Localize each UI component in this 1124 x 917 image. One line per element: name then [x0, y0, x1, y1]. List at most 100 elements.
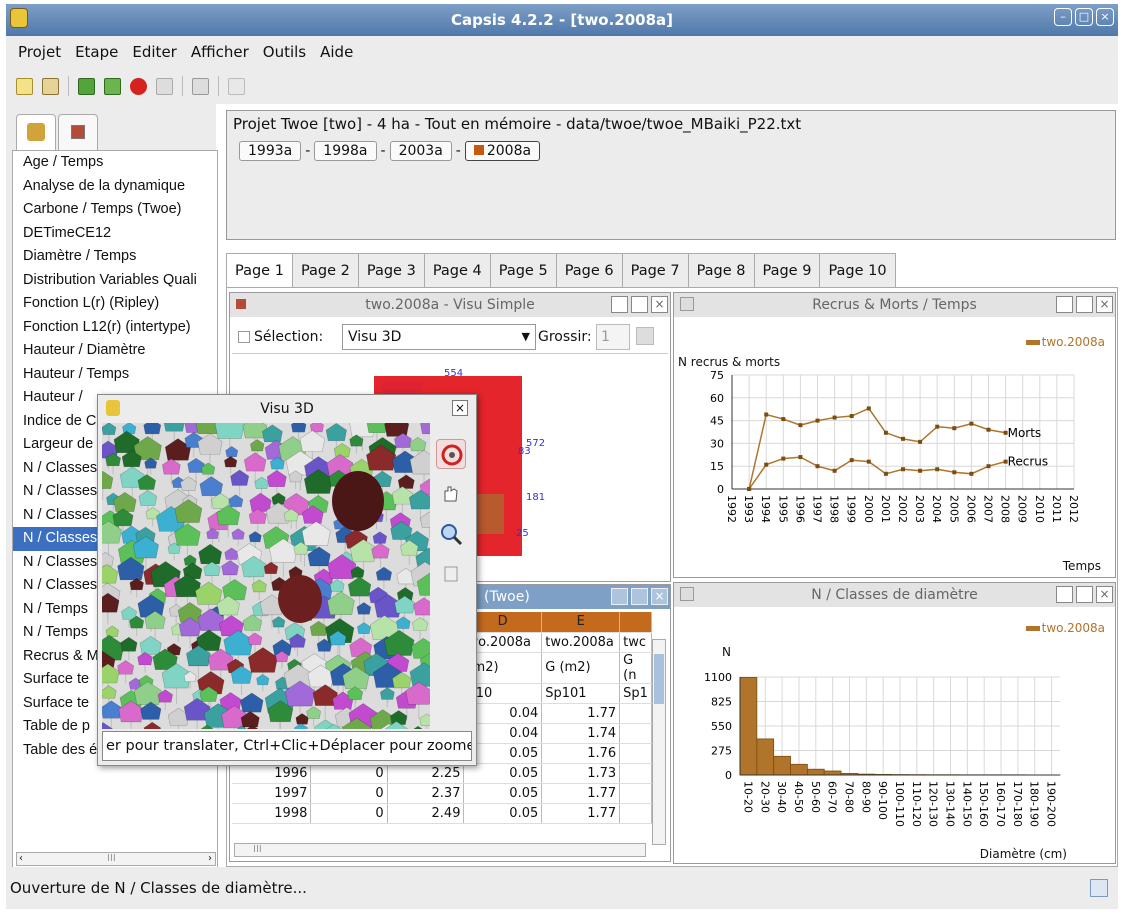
table-cell[interactable]: 1997 [232, 783, 312, 804]
menu-editer[interactable]: Editer [132, 36, 176, 68]
inspect-tool-icon[interactable] [436, 559, 466, 589]
visu3d-canvas[interactable] [102, 423, 430, 729]
menu-projet[interactable]: Projet [18, 36, 61, 68]
classes-diametre-header[interactable]: N / Classes de diamètre × [674, 583, 1115, 607]
table-horizontal-scrollbar[interactable]: III [234, 843, 646, 857]
table-vertical-scrollbar[interactable] [652, 639, 666, 845]
close-icon[interactable]: × [452, 400, 468, 416]
tree-item[interactable]: Hauteur / Diamètre [13, 339, 217, 363]
tree-item[interactable]: DETimeCE12 [13, 222, 217, 246]
scroll-left-arrow-icon[interactable]: ‹ [19, 853, 23, 864]
table-cell[interactable]: 0.05 [463, 763, 543, 784]
table-cell[interactable]: 2.25 [387, 763, 465, 784]
stop-icon[interactable] [130, 77, 147, 95]
minimize-icon[interactable]: – [1054, 8, 1072, 26]
table-cell[interactable]: 1.74 [541, 723, 621, 744]
recrus-morts-header[interactable]: Recrus & Morts / Temps × [674, 293, 1115, 317]
pan-hand-icon[interactable] [436, 479, 466, 509]
tree-horizontal-scrollbar[interactable]: ‹ III › [16, 852, 216, 866]
scroll-right-arrow-icon[interactable]: › [208, 853, 212, 864]
tab-page-2[interactable]: Page 2 [291, 253, 359, 287]
tree-item[interactable]: Diamètre / Temps [13, 245, 217, 269]
intervene-icon[interactable] [104, 77, 121, 95]
grossir-spinner[interactable]: 1 [596, 324, 630, 350]
tree-item[interactable]: Analyse de la dynamique [13, 175, 217, 199]
table-cell[interactable]: 1.73 [541, 763, 621, 784]
tree-item[interactable]: Distribution Variables Quali [13, 269, 217, 293]
inspect-icon[interactable] [156, 77, 173, 95]
tab-page-1[interactable]: Page 1 [226, 253, 293, 289]
table-cell[interactable]: 2.37 [387, 783, 465, 804]
table-cell[interactable]: 1.77 [541, 783, 621, 804]
tree-item[interactable]: Hauteur / Temps [13, 363, 217, 387]
maximize-button[interactable] [631, 296, 648, 313]
tree-item[interactable]: Fonction L12(r) (intertype) [13, 316, 217, 340]
tab-page-6[interactable]: Page 6 [555, 253, 623, 287]
close-button[interactable]: × [651, 588, 668, 605]
close-icon[interactable]: × [1096, 8, 1114, 26]
chevron-down-icon[interactable]: ▼ [522, 325, 530, 349]
table-cell[interactable]: 0 [310, 783, 388, 804]
tab-page-9[interactable]: Page 9 [753, 253, 821, 287]
forest-3d-render[interactable] [102, 423, 430, 729]
zoom-magnifier-icon[interactable] [436, 519, 466, 549]
menu-aide[interactable]: Aide [320, 36, 353, 68]
tab-page-4[interactable]: Page 4 [423, 253, 491, 287]
open-project-icon[interactable] [42, 77, 59, 95]
evolve-icon[interactable] [78, 77, 95, 95]
step-button[interactable]: 1998a [314, 141, 377, 161]
memory-icon[interactable] [1090, 879, 1108, 897]
tree-item[interactable]: Fonction L(r) (Ripley) [13, 292, 217, 316]
iconify-button[interactable] [1056, 296, 1073, 313]
scroll-thumb[interactable]: III [253, 844, 262, 855]
menu-afficher[interactable]: Afficher [191, 36, 249, 68]
visu3d-header[interactable]: Visu 3D × [98, 395, 476, 423]
step-button[interactable]: 2003a [389, 141, 452, 161]
scroll-thumb[interactable]: III [107, 853, 116, 864]
visu-simple-header[interactable]: two.2008a - Visu Simple × [230, 293, 670, 317]
tab-page-5[interactable]: Page 5 [489, 253, 557, 287]
maximize-button[interactable] [631, 588, 648, 605]
maximize-button[interactable] [1076, 586, 1093, 603]
maximize-icon[interactable]: □ [1075, 8, 1093, 26]
menu-outils[interactable]: Outils [263, 36, 306, 68]
compare-icon[interactable] [192, 77, 209, 95]
new-project-icon[interactable] [16, 77, 33, 95]
table-cell[interactable]: 1.77 [541, 703, 621, 724]
table-cell[interactable]: 1.76 [541, 743, 621, 764]
step-button[interactable]: 1993a [239, 141, 302, 161]
table-cell[interactable]: 1996 [232, 763, 312, 784]
step-button-current[interactable]: 2008a [464, 141, 541, 161]
close-button[interactable]: × [1096, 586, 1113, 603]
table-row[interactable]: 1996 0 2.25 0.05 1.73 [232, 763, 652, 784]
tab-page-8[interactable]: Page 8 [687, 253, 755, 287]
table-cell[interactable]: 0.05 [463, 783, 543, 804]
table-cell[interactable]: 0.05 [463, 803, 543, 824]
table-row[interactable]: 1997 0 2.37 0.05 1.77 [232, 783, 652, 804]
close-button[interactable]: × [1096, 296, 1113, 313]
selection-dropdown[interactable]: Visu 3D ▼ [342, 324, 536, 350]
refresh-icon[interactable] [636, 327, 654, 345]
table-row[interactable]: 1998 0 2.49 0.05 1.77 [232, 803, 652, 824]
iconify-button[interactable] [611, 296, 628, 313]
tab-page-10[interactable]: Page 10 [819, 253, 896, 287]
tab-extractors[interactable] [16, 114, 56, 152]
misc-tool-icon[interactable] [228, 77, 245, 95]
menu-etape[interactable]: Etape [75, 36, 118, 68]
iconify-button[interactable] [611, 588, 628, 605]
table-cell[interactable]: 2.49 [387, 803, 465, 824]
table-cell[interactable]: 1.77 [541, 803, 621, 824]
scroll-thumb[interactable] [654, 654, 664, 704]
tab-page-7[interactable]: Page 7 [621, 253, 689, 287]
tree-item[interactable]: Age / Temps [13, 151, 217, 175]
table-cell[interactable]: 0 [310, 763, 388, 784]
iconify-button[interactable] [1056, 586, 1073, 603]
rotate-tool-icon[interactable] [436, 439, 466, 469]
tab-viewers[interactable] [58, 114, 98, 152]
table-cell[interactable]: 0 [310, 803, 388, 824]
tree-item[interactable]: Carbone / Temps (Twoe) [13, 198, 217, 222]
maximize-button[interactable] [1076, 296, 1093, 313]
tab-page-3[interactable]: Page 3 [357, 253, 425, 287]
close-button[interactable]: × [651, 296, 668, 313]
table-cell[interactable]: 1998 [232, 803, 312, 824]
